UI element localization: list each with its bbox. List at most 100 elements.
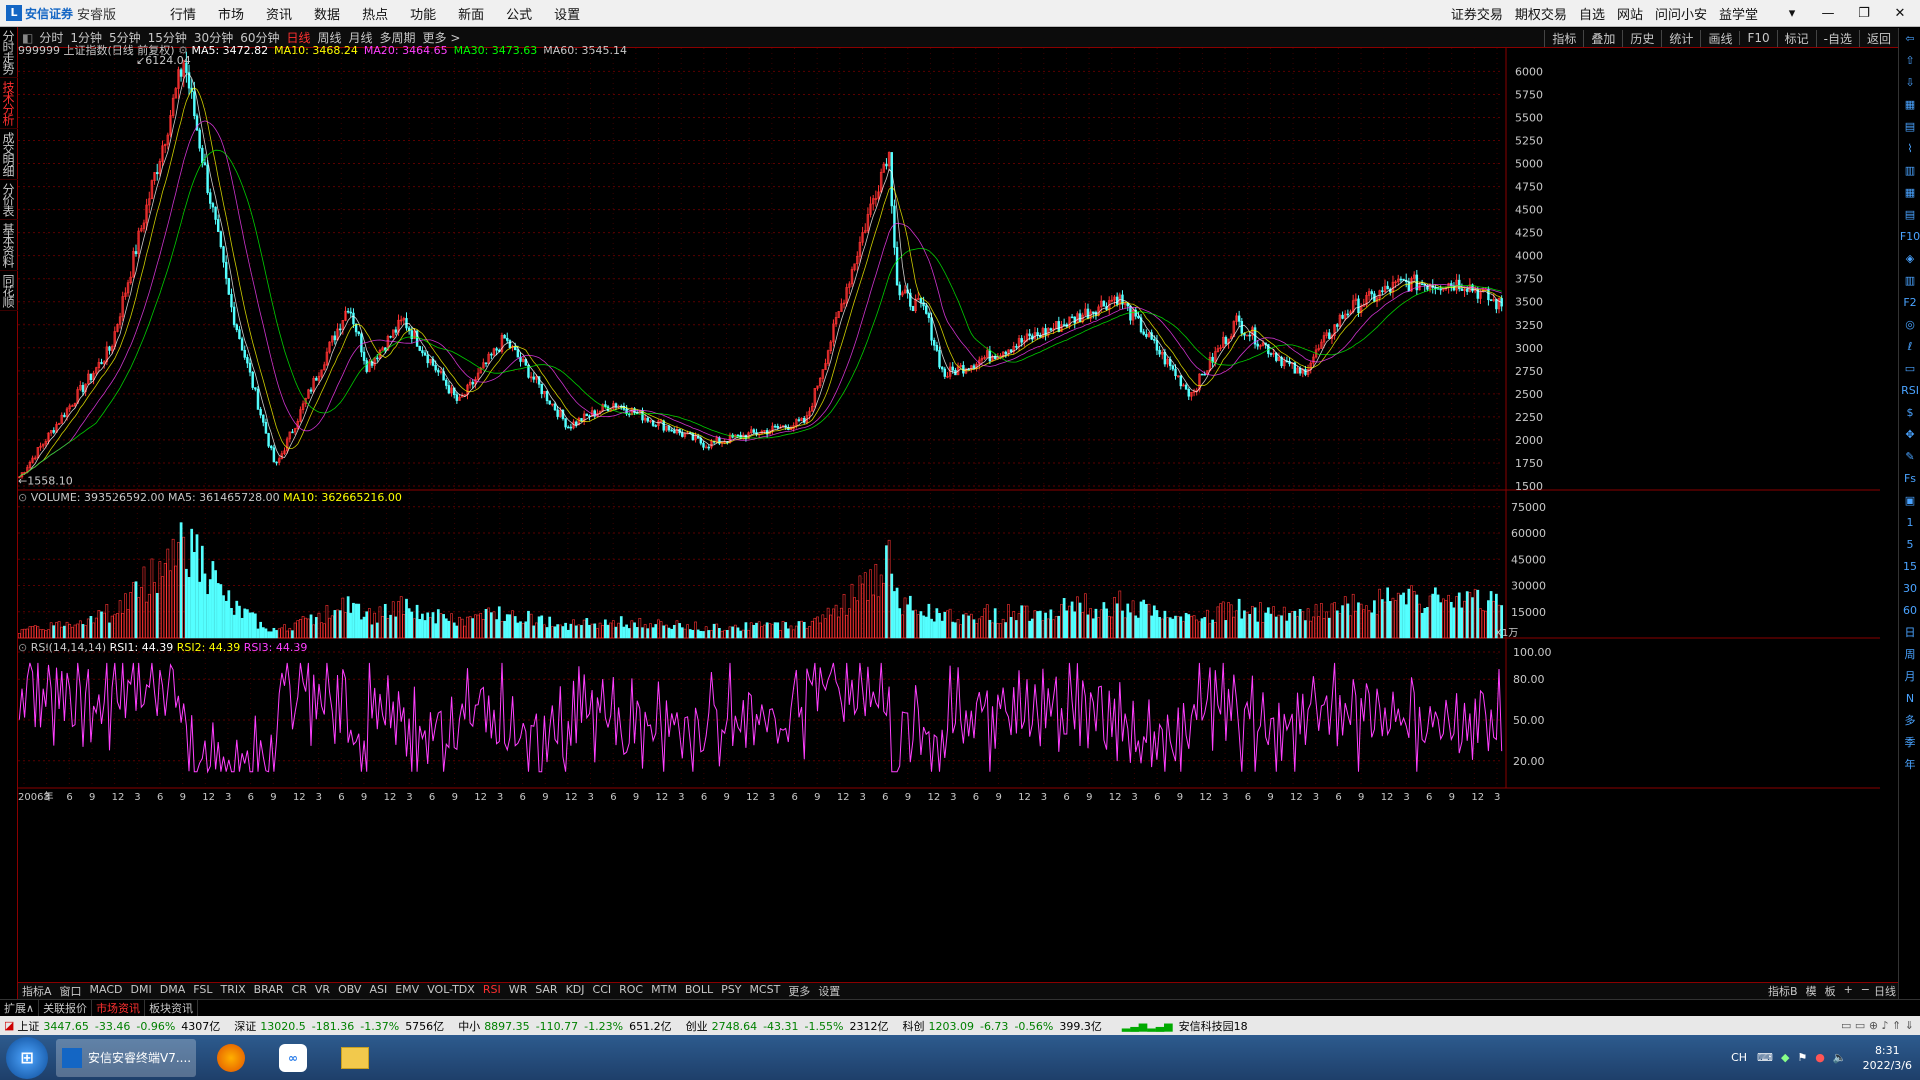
right-tool-icon[interactable]: 季 xyxy=(1899,732,1920,754)
menu-right-item[interactable]: 网站 xyxy=(1617,4,1643,23)
indicator-tab[interactable]: MACD xyxy=(86,983,127,999)
right-tool-icon[interactable]: 多 xyxy=(1899,710,1920,732)
left-tab[interactable]: 同花顺 xyxy=(0,271,18,311)
indicator-tab[interactable]: PSY xyxy=(717,983,745,999)
indicator-tab[interactable]: KDJ xyxy=(562,983,589,999)
indicator-tab-right[interactable]: 模 xyxy=(1802,983,1821,999)
menu-item[interactable]: 热点 xyxy=(362,4,388,23)
right-tool-icon[interactable]: ⇧ xyxy=(1899,50,1920,72)
right-tool-icon[interactable]: N xyxy=(1899,688,1920,710)
menu-right-item[interactable]: 证券交易 xyxy=(1451,4,1503,23)
skin-icon[interactable]: ▾ xyxy=(1780,6,1804,21)
toolbar-tool[interactable]: -自选 xyxy=(1815,29,1859,47)
indicator-tab[interactable]: ASI xyxy=(365,983,391,999)
bottom-period-label[interactable]: 日线 xyxy=(1874,983,1896,999)
right-tool-icon[interactable]: ✎ xyxy=(1899,446,1920,468)
indicator-tab[interactable]: DMA xyxy=(156,983,190,999)
right-tool-icon[interactable]: F10 xyxy=(1899,226,1920,248)
indicator-tab[interactable]: 窗口 xyxy=(56,983,86,999)
left-tab[interactable]: 分时走势 xyxy=(0,27,18,78)
indicator-tab-right[interactable]: 板 xyxy=(1821,983,1840,999)
right-tool-icon[interactable]: 30 xyxy=(1899,578,1920,600)
close-icon[interactable]: ✕ xyxy=(1888,6,1912,21)
menu-item[interactable]: 资讯 xyxy=(266,4,292,23)
menu-item[interactable]: 数据 xyxy=(314,4,340,23)
toolbar-tool[interactable]: F10 xyxy=(1739,31,1776,45)
indicator-tab-right[interactable]: 指标B xyxy=(1764,983,1802,999)
right-tool-icon[interactable]: ▥ xyxy=(1899,270,1920,292)
menu-item[interactable]: 设置 xyxy=(554,4,580,23)
right-tool-icon[interactable]: 1 xyxy=(1899,512,1920,534)
menu-item[interactable]: 新面 xyxy=(458,4,484,23)
right-tool-icon[interactable]: ⇩ xyxy=(1899,72,1920,94)
right-tool-icon[interactable]: ⇦ xyxy=(1899,28,1920,50)
indicator-tab[interactable]: 设置 xyxy=(814,983,844,999)
flag-icon[interactable]: ⚑ xyxy=(1797,1051,1807,1064)
menu-right-item[interactable]: 自选 xyxy=(1579,4,1605,23)
indicator-tab[interactable]: FSL xyxy=(189,983,216,999)
right-tool-icon[interactable]: ▤ xyxy=(1899,116,1920,138)
toolbar-tool[interactable]: 画线 xyxy=(1700,29,1739,47)
clock[interactable]: 8:31 2022/3/6 xyxy=(1863,1043,1912,1073)
right-tool-icon[interactable]: 60 xyxy=(1899,600,1920,622)
right-tool-icon[interactable]: RSI xyxy=(1899,380,1920,402)
toolbar-tool[interactable]: 统计 xyxy=(1661,29,1700,47)
indicator-tab[interactable]: EMV xyxy=(391,983,423,999)
indicator-tab[interactable]: MCST xyxy=(745,983,784,999)
file-explorer-icon[interactable] xyxy=(328,1039,382,1077)
indicator-tab[interactable]: TRIX xyxy=(216,983,249,999)
indicator-tab[interactable]: CCI xyxy=(589,983,616,999)
index-quote[interactable]: 中小 8897.35 -110.77 -1.23% 651.2亿 xyxy=(458,1018,671,1034)
right-tool-icon[interactable]: 日 xyxy=(1899,622,1920,644)
toolbar-tool[interactable]: 标记 xyxy=(1776,29,1816,47)
index-quote[interactable]: 深证 13020.5 -181.36 -1.37% 5756亿 xyxy=(234,1018,444,1034)
right-tool-icon[interactable]: ▣ xyxy=(1899,490,1920,512)
sub-tab[interactable]: 板块资讯 xyxy=(145,1000,199,1016)
indicator-tab[interactable]: BRAR xyxy=(250,983,288,999)
indicator-tab[interactable]: RSI xyxy=(479,983,505,999)
kline-chart[interactable]: 6000575055005250500047504500425040003750… xyxy=(18,48,1898,982)
ime-indicator[interactable]: CH xyxy=(1731,1051,1747,1064)
right-tool-icon[interactable]: F2 xyxy=(1899,292,1920,314)
menu-item[interactable]: 公式 xyxy=(506,4,532,23)
app-tray-icon[interactable]: ◆ xyxy=(1781,1051,1789,1064)
indicator-tab[interactable]: WR xyxy=(505,983,532,999)
right-tool-icon[interactable]: $ xyxy=(1899,402,1920,424)
toolbar-tool[interactable]: 历史 xyxy=(1622,29,1661,47)
taskbar-active-app[interactable]: 安信安睿终端V7.... xyxy=(56,1038,196,1077)
start-button[interactable]: ⊞ xyxy=(6,1036,48,1079)
right-tool-icon[interactable]: 15 xyxy=(1899,556,1920,578)
right-tool-icon[interactable]: ℓ xyxy=(1899,336,1920,358)
menu-right-item[interactable]: 问问小安 xyxy=(1655,4,1707,23)
menu-item[interactable]: 功能 xyxy=(410,4,436,23)
right-tool-icon[interactable]: ⌇ xyxy=(1899,138,1920,160)
index-quote[interactable]: 科创 1203.09 -6.73 -0.56% 399.3亿 xyxy=(902,1018,1101,1034)
baidu-netdisk-icon[interactable]: ∞ xyxy=(266,1039,320,1077)
indicator-tab[interactable]: SAR xyxy=(531,983,561,999)
menu-item[interactable]: 行情 xyxy=(170,4,196,23)
right-tool-icon[interactable]: ▥ xyxy=(1899,160,1920,182)
toolbar-tool[interactable]: 指标 xyxy=(1544,29,1583,47)
maximize-icon[interactable]: ❐ xyxy=(1852,6,1876,21)
indicator-tab[interactable]: 更多 xyxy=(784,983,814,999)
indicator-tab[interactable]: 指标A xyxy=(18,983,56,999)
volume-icon[interactable]: 🔈 xyxy=(1833,1051,1847,1064)
indicator-tab[interactable]: VR xyxy=(311,983,334,999)
status-tools-icon[interactable]: ▭ ▭ ⊕ ♪ ⇑ ⇓ xyxy=(1841,1019,1914,1032)
sub-tab[interactable]: 扩展∧ xyxy=(0,1000,40,1016)
indicator-tab[interactable]: CR xyxy=(288,983,311,999)
indicator-tab-right[interactable]: − xyxy=(1857,983,1874,999)
menu-item[interactable]: 市场 xyxy=(218,4,244,23)
toolbar-tool[interactable]: 叠加 xyxy=(1583,29,1622,47)
right-tool-icon[interactable]: ▭ xyxy=(1899,358,1920,380)
right-tool-icon[interactable]: 年 xyxy=(1899,754,1920,776)
indicator-tab[interactable]: DMI xyxy=(127,983,156,999)
firefox-icon[interactable] xyxy=(204,1039,258,1077)
toolbar-tool[interactable]: 返回 xyxy=(1858,29,1898,47)
right-tool-icon[interactable]: ✥ xyxy=(1899,424,1920,446)
left-tab[interactable]: 成交明细 xyxy=(0,129,18,180)
indicator-tab[interactable]: BOLL xyxy=(681,983,717,999)
menu-right-item[interactable]: 期权交易 xyxy=(1515,4,1567,23)
right-tool-icon[interactable]: Fs xyxy=(1899,468,1920,490)
right-tool-icon[interactable]: 5 xyxy=(1899,534,1920,556)
